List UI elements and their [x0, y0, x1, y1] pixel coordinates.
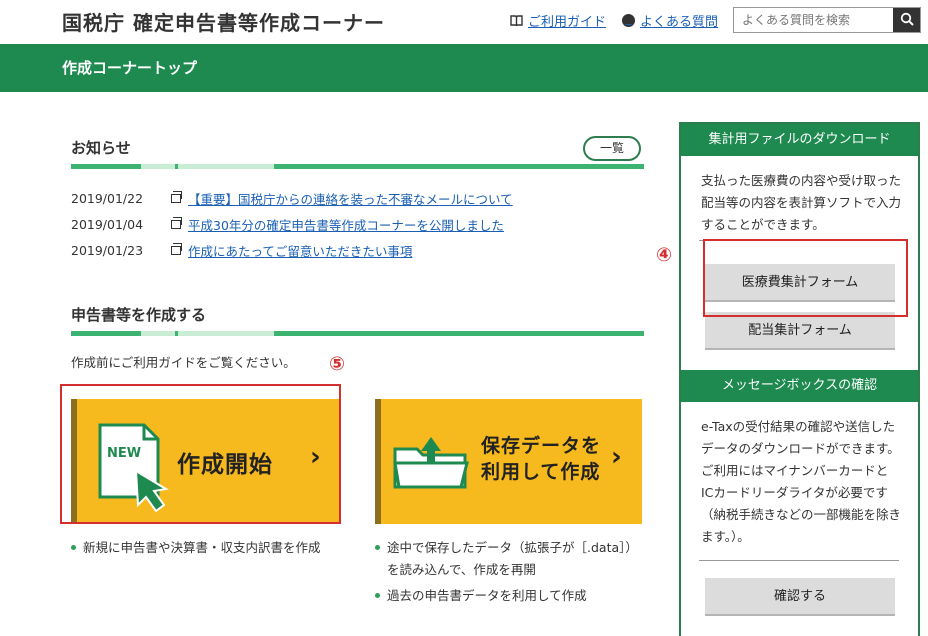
bullet-dot-icon — [375, 593, 380, 598]
start-bullets: 新規に申告書や決算書・収支内訳書を作成 — [71, 537, 361, 559]
load-data-label-line2: 利用して作成 — [481, 461, 601, 483]
divider — [699, 560, 899, 561]
search-icon — [900, 11, 914, 30]
news-item: 2019/01/22 【重要】国税庁からの連絡を装った不審なメールについて — [71, 185, 631, 211]
news-divider — [71, 164, 644, 169]
description-line: ご利用にはマイナンバーカードと — [701, 463, 889, 478]
news-date: 2019/01/22 — [71, 190, 144, 206]
news-item: 2019/01/04 平成30年分の確定申告書等作成コーナーを公開しました — [71, 211, 631, 237]
folder-upload-icon — [391, 429, 471, 497]
load-data-label: 保存データを 利用して作成 — [481, 433, 601, 485]
sidebar: 集計用ファイルのダウンロード 支払った医療費の内容や受け取った 配当等の内容を表… — [679, 122, 920, 636]
faq-link[interactable]: ? よくある質問 — [622, 11, 718, 30]
download-description: 支払った医療費の内容や受け取った 配当等の内容を表計算ソフトで入力 することがで… — [681, 170, 918, 236]
list-item: 過去の申告書データを利用して作成 — [375, 585, 655, 607]
annotation-5: ⑤ — [329, 353, 346, 375]
message-description: e-Taxの受付結果の確認や送信した データのダウンロードができます。 ご利用に… — [681, 416, 918, 548]
bullet-text: 途中で保存したデータ（拡張子が［.data］） — [387, 540, 638, 555]
load-data-label-line1: 保存データを — [481, 435, 602, 457]
site-header: 国税庁 確定申告書等作成コーナー ご利用ガイド ? よくある質問 — [0, 0, 928, 44]
window-icon — [171, 216, 182, 229]
list-item: 新規に申告書や決算書・収支内訳書を作成 — [71, 537, 361, 559]
description-line: e-Taxの受付結果の確認や送信した — [701, 419, 896, 434]
description-line: することができます。 — [701, 217, 825, 232]
site-title[interactable]: 国税庁 確定申告書等作成コーナー — [62, 7, 385, 36]
description-line: ICカードリーダライタが必要です — [701, 485, 888, 500]
download-header: 集計用ファイルのダウンロード — [681, 124, 918, 156]
search-input[interactable] — [734, 8, 893, 32]
news-item: 2019/01/23 作成にあたってご留意いただきたい事項 — [71, 237, 631, 263]
news-list: 2019/01/22 【重要】国税庁からの連絡を装った不審なメールについて 20… — [71, 185, 631, 263]
book-icon — [510, 14, 523, 27]
window-icon — [171, 190, 182, 203]
chevron-right-icon: › — [611, 442, 622, 472]
bullet-dot-icon — [375, 545, 380, 550]
confirm-button[interactable]: 確認する — [705, 578, 895, 616]
search-box — [733, 7, 921, 33]
list-item: 途中で保存したデータ（拡張子が［.data］） — [375, 537, 655, 559]
news-date: 2019/01/23 — [71, 242, 144, 258]
question-icon: ? — [622, 14, 635, 27]
nav-title: 作成コーナートップ — [62, 59, 198, 77]
faq-link-label[interactable]: よくある質問 — [640, 11, 718, 30]
description-line: ます。）。 — [701, 529, 750, 544]
bullet-text: 新規に申告書や決算書・収支内訳書を作成 — [83, 540, 321, 555]
annotation-4: ④ — [656, 244, 673, 266]
create-divider — [71, 331, 644, 336]
create-title: 申告書等を作成する — [71, 306, 207, 324]
news-list-button[interactable]: 一覧 — [583, 136, 641, 161]
news-link[interactable]: 作成にあたってご留意いただきたい事項 — [188, 241, 412, 260]
news-date: 2019/01/04 — [71, 216, 144, 232]
news-link[interactable]: 【重要】国税庁からの連絡を装った不審なメールについて — [188, 189, 513, 208]
dividend-form-button[interactable]: 配当集計フォーム — [705, 312, 895, 350]
list-item: を読み込んで、作成を再開 — [375, 559, 655, 581]
guide-link-label[interactable]: ご利用ガイド — [528, 11, 606, 30]
window-icon — [171, 242, 182, 255]
bullet-dot-icon — [71, 545, 76, 550]
news-title: お知らせ — [71, 139, 131, 157]
bullet-text: 過去の申告書データを利用して作成 — [387, 588, 587, 603]
description-line: （納税手続きなどの一部機能を除き — [701, 507, 902, 522]
description-line: 配当等の内容を表計算ソフトで入力 — [701, 195, 902, 210]
description-line: 支払った医療費の内容や受け取った — [701, 173, 902, 188]
load-saved-data-button[interactable]: 保存データを 利用して作成 › — [375, 399, 642, 524]
message-box-header: メッセージボックスの確認 — [681, 370, 918, 402]
highlight-frame-4 — [703, 239, 908, 317]
create-intro: 作成前にご利用ガイドをご覧ください。 — [71, 355, 296, 370]
bullet-text: を読み込んで、作成を再開 — [387, 562, 536, 577]
news-link[interactable]: 平成30年分の確定申告書等作成コーナーを公開しました — [188, 215, 504, 234]
highlight-frame-5 — [60, 384, 341, 524]
load-bullets: 途中で保存したデータ（拡張子が［.data］） を読み込んで、作成を再開 過去の… — [375, 537, 655, 607]
guide-link[interactable]: ご利用ガイド — [510, 11, 606, 30]
search-button[interactable] — [893, 8, 920, 32]
description-line: データのダウンロードができます。 — [701, 441, 900, 456]
nav-bar: 作成コーナートップ — [0, 44, 928, 92]
